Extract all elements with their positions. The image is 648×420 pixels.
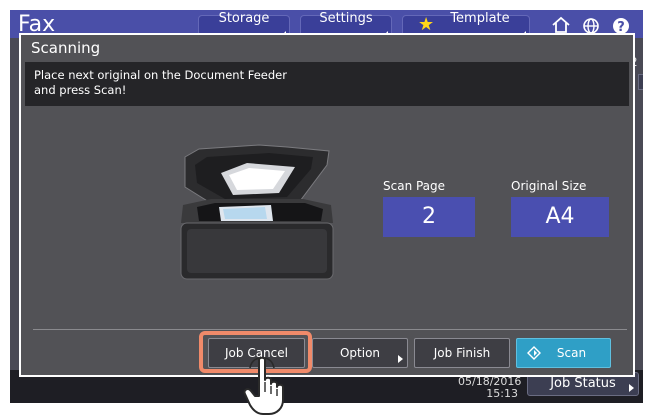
scan-icon bbox=[527, 346, 541, 360]
datetime: 05/18/2016 15:13 bbox=[458, 376, 521, 400]
dialog-title: Scanning bbox=[31, 39, 101, 57]
star-icon: ★ bbox=[418, 14, 435, 35]
option-label: Option bbox=[339, 346, 381, 360]
tab-storage-label: Storage bbox=[218, 11, 270, 26]
message-box: Place next original on the Document Feed… bbox=[25, 62, 629, 106]
job-finish-button[interactable]: Job Finish bbox=[414, 338, 510, 368]
scan-button[interactable]: Scan bbox=[516, 338, 611, 368]
chevron-right-icon bbox=[629, 384, 634, 392]
job-finish-label: Job Finish bbox=[433, 346, 491, 360]
scan-page-label: Scan Page bbox=[383, 179, 446, 193]
option-button[interactable]: Option bbox=[312, 338, 408, 368]
scanner-illustration bbox=[180, 144, 334, 280]
hand-pointer-icon bbox=[243, 356, 284, 415]
chevron-right-icon bbox=[398, 355, 403, 363]
scanning-dialog: Scanning Place next original on the Docu… bbox=[19, 33, 635, 377]
message-line-2: and press Scan! bbox=[34, 83, 127, 97]
job-status-label: Job Status bbox=[550, 376, 616, 391]
divider bbox=[33, 329, 627, 330]
scan-label: Scan bbox=[556, 346, 587, 360]
background-side-button bbox=[638, 74, 643, 90]
message-line-1: Place next original on the Document Feed… bbox=[34, 68, 287, 82]
scan-page-value: 2 bbox=[383, 197, 475, 237]
tab-settings-label: Settings bbox=[319, 11, 373, 26]
tab-template-label: Template bbox=[450, 11, 510, 26]
time-text: 15:13 bbox=[486, 387, 518, 400]
original-size-label: Original Size bbox=[511, 179, 587, 193]
original-size-value: A4 bbox=[511, 197, 609, 237]
